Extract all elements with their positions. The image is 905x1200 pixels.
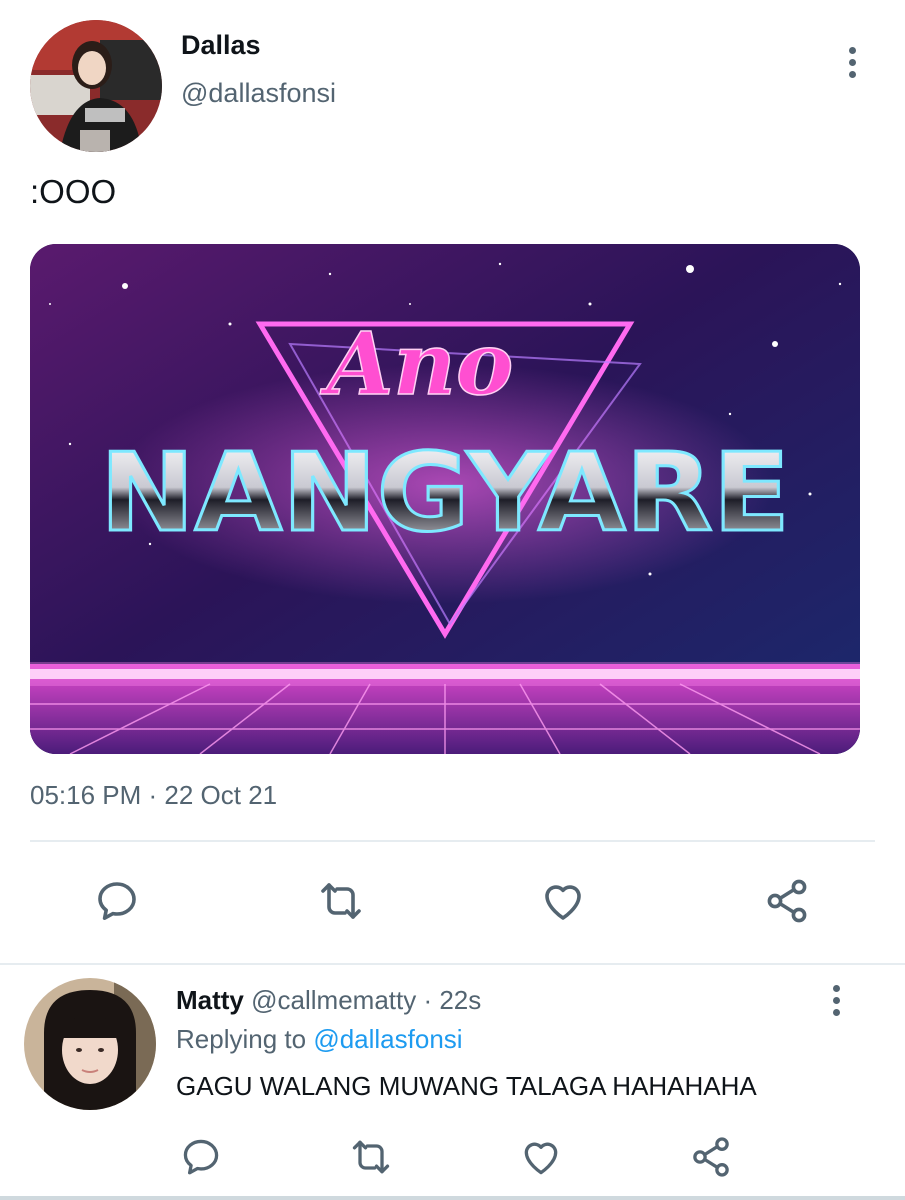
reply-like-button[interactable] <box>514 1130 568 1184</box>
divider <box>30 840 875 842</box>
comment-icon <box>183 1139 219 1175</box>
tweet-text: :OOO <box>30 173 117 210</box>
tweet-separator <box>0 963 905 965</box>
share-icon <box>693 1137 729 1177</box>
media-title-main: NANGYARE <box>100 431 790 556</box>
dot-icon <box>848 46 856 54</box>
replying-to-label: Replying to <box>176 1024 314 1054</box>
reply-author-avatar[interactable] <box>24 978 156 1110</box>
heart-icon <box>545 885 581 920</box>
reply-author-name[interactable]: Matty <box>176 985 244 1015</box>
replying-to: Replying to @dallasfonsi <box>176 1024 463 1055</box>
dot-icon <box>848 70 856 78</box>
tweet-media-image[interactable]: Ano NANGYARE <box>30 244 860 754</box>
share-icon <box>767 879 807 923</box>
media-title-top: Ano <box>320 314 514 415</box>
retweet-icon <box>352 1140 390 1174</box>
share-button[interactable] <box>760 874 814 928</box>
dot-icon <box>848 58 856 66</box>
retweet-button[interactable] <box>314 874 368 928</box>
reply-share-button[interactable] <box>684 1130 738 1184</box>
author-name[interactable]: Dallas <box>181 30 261 61</box>
author-handle[interactable]: @dallasfonsi <box>181 78 336 109</box>
more-options-button[interactable] <box>838 42 866 82</box>
heart-icon <box>524 1142 558 1175</box>
tweet-timestamp[interactable]: 05:16 PM · 22 Oct 21 <box>30 780 277 811</box>
bottom-divider <box>0 1196 905 1200</box>
reply-reply-button[interactable] <box>174 1130 228 1184</box>
reply-more-options-button[interactable] <box>822 980 850 1020</box>
reply-time[interactable]: 22s <box>439 985 481 1015</box>
main-tweet: Dallas @dallasfonsi :OOO Ano NANGYARE 05… <box>0 0 905 965</box>
reply-header: Matty @callmematty · 22s <box>176 985 481 1016</box>
retweet-icon <box>321 883 361 919</box>
dot-icon <box>832 1008 840 1016</box>
like-button[interactable] <box>536 874 590 928</box>
replying-to-mention[interactable]: @dallasfonsi <box>313 1024 462 1054</box>
author-avatar[interactable] <box>30 20 162 152</box>
reply-retweet-button[interactable] <box>344 1130 398 1184</box>
dot-icon <box>832 984 840 992</box>
reply-text: GAGU WALANG MUWANG TALAGA HAHAHAHA <box>176 1071 757 1101</box>
comment-icon <box>98 882 136 920</box>
reply-button[interactable] <box>90 874 144 928</box>
dot-icon <box>832 996 840 1004</box>
reply-author-handle[interactable]: @callmematty <box>251 985 416 1015</box>
dot-separator: · <box>416 985 440 1015</box>
